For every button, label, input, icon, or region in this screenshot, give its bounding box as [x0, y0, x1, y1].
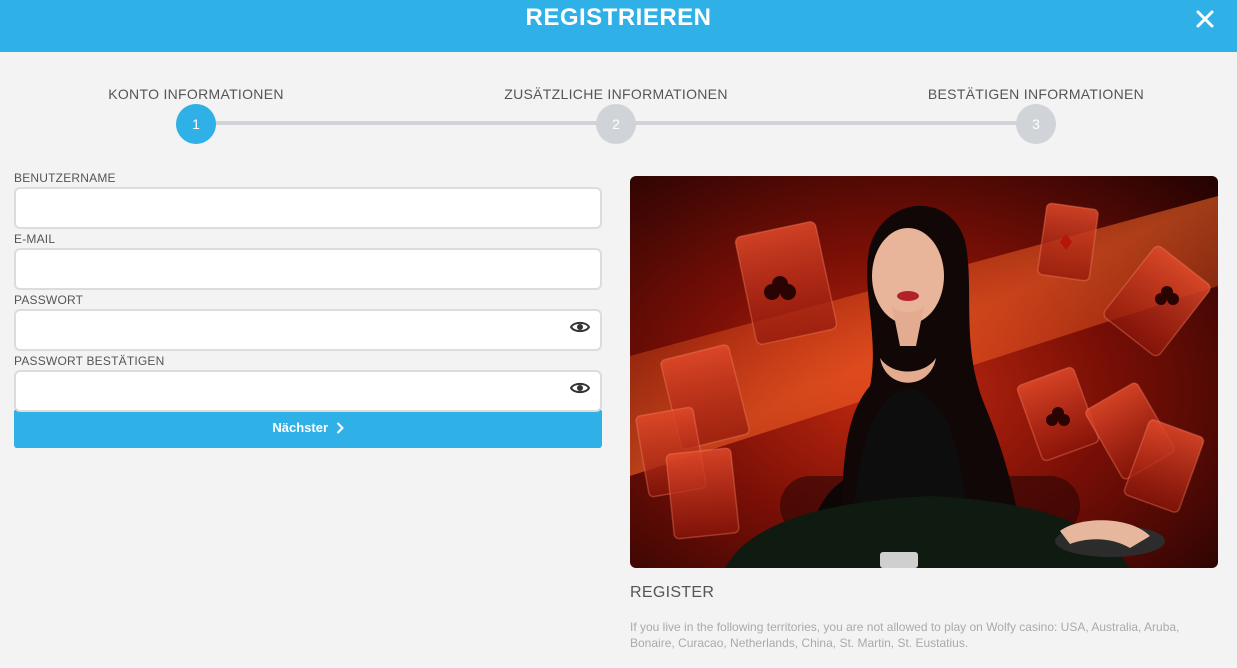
username-input[interactable] — [14, 187, 602, 229]
registration-stepper: KONTO INFORMATIONEN 1 ZUSÄTZLICHE INFORM… — [0, 80, 1237, 150]
step-number-badge: 3 — [1016, 104, 1056, 144]
email-input[interactable] — [14, 248, 602, 290]
step-additional-info: ZUSÄTZLICHE INFORMATIONEN 2 — [446, 80, 786, 144]
step-label: KONTO INFORMATIONEN — [108, 86, 284, 102]
email-field-group: E-MAIL — [14, 229, 602, 290]
next-button-label: Nächster — [272, 420, 328, 436]
eye-icon[interactable] — [569, 381, 591, 395]
modal-header: REGISTRIEREN — [0, 0, 1237, 52]
next-button[interactable]: Nächster — [14, 409, 602, 448]
username-label: BENUTZERNAME — [14, 171, 116, 185]
step-confirm-info: BESTÄTIGEN INFORMATIONEN 3 — [866, 80, 1206, 144]
password-confirm-field-group: PASSWORT BESTÄTIGEN — [14, 351, 602, 412]
password-field-group: PASSWORT — [14, 290, 602, 351]
email-label: E-MAIL — [14, 232, 56, 246]
password-confirm-input[interactable] — [14, 370, 602, 412]
close-icon[interactable] — [1191, 5, 1219, 33]
registration-form: BENUTZERNAME E-MAIL PASSWORT PASSWORT BE… — [14, 168, 602, 448]
chevron-right-icon — [336, 421, 344, 437]
step-number-badge: 1 — [176, 104, 216, 144]
step-number-badge: 2 — [596, 104, 636, 144]
eye-icon[interactable] — [569, 320, 591, 334]
password-confirm-label: PASSWORT BESTÄTIGEN — [14, 354, 165, 368]
territory-restriction-notice: If you live in the following territories… — [630, 620, 1180, 650]
username-field-group: BENUTZERNAME — [14, 168, 602, 229]
step-label: BESTÄTIGEN INFORMATIONEN — [927, 86, 1145, 102]
step-label: ZUSÄTZLICHE INFORMATIONEN — [504, 86, 728, 102]
modal-title: REGISTRIEREN — [525, 4, 712, 31]
password-label: PASSWORT — [14, 293, 84, 307]
live-dealer-casino-image — [630, 176, 1218, 568]
password-input[interactable] — [14, 309, 602, 351]
step-account-info: KONTO INFORMATIONEN 1 — [26, 80, 366, 144]
promo-title: REGISTER — [630, 584, 715, 601]
